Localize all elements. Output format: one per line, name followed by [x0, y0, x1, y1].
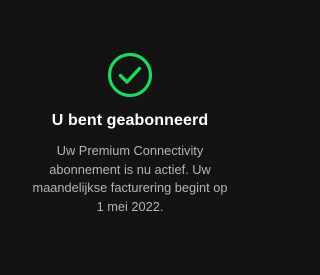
message-line: abonnement is nu actief. Uw [49, 161, 211, 177]
confirmation-message: Uw Premium Connectivity abonnement is nu… [8, 142, 252, 216]
message-line: Uw Premium Connectivity [56, 143, 204, 158]
confirmation-title: U bent geabonneerd [51, 112, 209, 129]
message-line: 1 mei 2022. [96, 198, 164, 214]
check-circle-icon [107, 52, 153, 98]
subscription-confirmation-panel: U bent geabonneerd Uw Premium Connectivi… [0, 0, 260, 275]
message-line: maandelijkse facturering begint op [32, 180, 228, 195]
